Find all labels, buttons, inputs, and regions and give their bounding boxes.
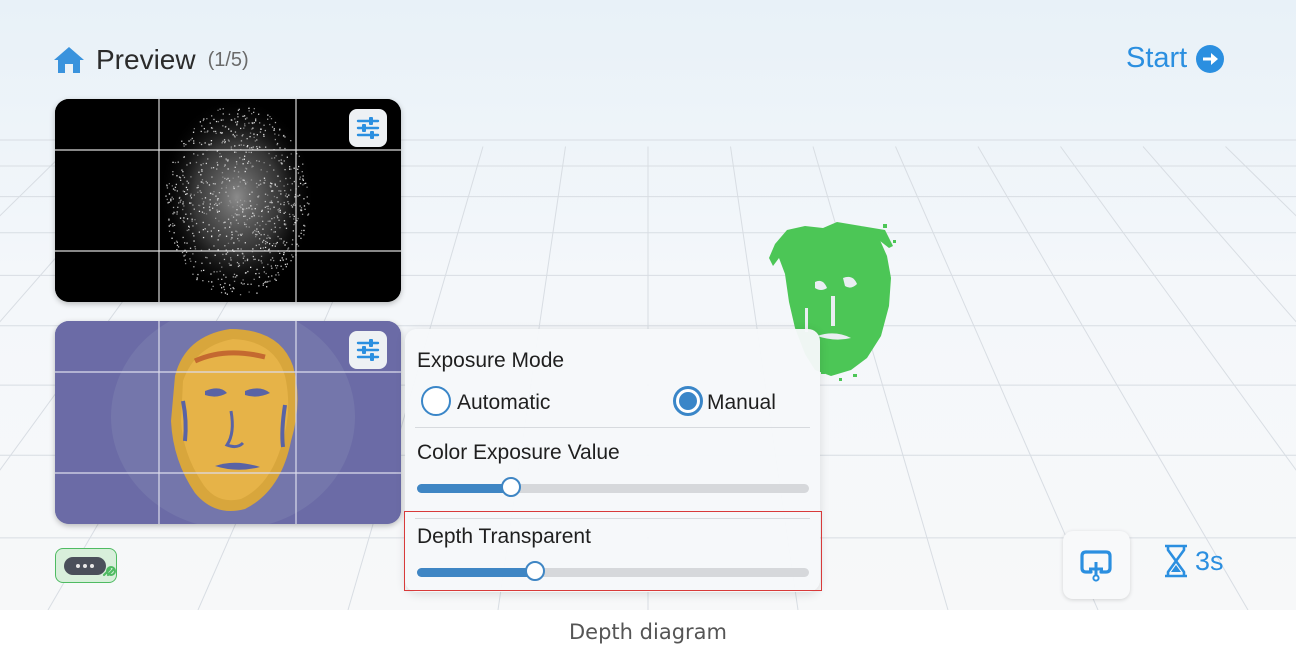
- hourglass-icon: [1165, 544, 1187, 578]
- add-marker-icon: [1079, 550, 1112, 582]
- start-label: Start: [1126, 42, 1188, 74]
- exposure-panel: Exposure Mode Automatic Manual Color Exp…: [405, 329, 820, 592]
- scan-viewport[interactable]: Preview (1/5) Start Exposure Mode Automa…: [0, 0, 1296, 610]
- figure-caption: Depth diagram: [569, 620, 727, 644]
- timer-value: 3s: [1195, 545, 1224, 576]
- home-icon[interactable]: [52, 45, 86, 75]
- countdown-timer[interactable]: 3s: [1163, 544, 1224, 578]
- page-title: Preview: [96, 44, 196, 75]
- device-status-badge[interactable]: [55, 548, 117, 583]
- slider-thumb[interactable]: [524, 561, 545, 581]
- slider-thumb[interactable]: [501, 477, 522, 497]
- automatic-label[interactable]: Automatic: [457, 391, 550, 415]
- manual-radio[interactable]: [673, 386, 703, 416]
- start-button[interactable]: Start: [1126, 42, 1225, 75]
- preview-count: (1/5): [207, 48, 249, 71]
- color-settings-button[interactable]: [349, 331, 387, 369]
- automatic-radio[interactable]: [421, 386, 451, 416]
- color-exposure-slider[interactable]: [417, 477, 809, 497]
- exposure-mode-label: Exposure Mode: [417, 349, 565, 372]
- device-connected-icon: [64, 557, 116, 577]
- preview-header: Preview (1/5): [52, 44, 249, 76]
- depth-transparent-slider[interactable]: [417, 561, 809, 581]
- add-marker-button[interactable]: [1063, 531, 1130, 599]
- slider-fill: [417, 484, 512, 493]
- sliders-icon: [356, 339, 380, 361]
- slider-fill: [417, 568, 535, 577]
- divider: [415, 518, 810, 519]
- divider: [415, 427, 810, 428]
- depth-transparent-label: Depth Transparent: [417, 525, 591, 548]
- depth-camera-preview[interactable]: [55, 99, 401, 302]
- sliders-icon: [356, 117, 380, 139]
- depth-settings-button[interactable]: [349, 109, 387, 147]
- color-exposure-label: Color Exposure Value: [417, 441, 620, 464]
- color-camera-preview[interactable]: [55, 321, 401, 524]
- arrow-right-circle-icon: [1196, 44, 1225, 73]
- manual-label[interactable]: Manual: [707, 391, 776, 415]
